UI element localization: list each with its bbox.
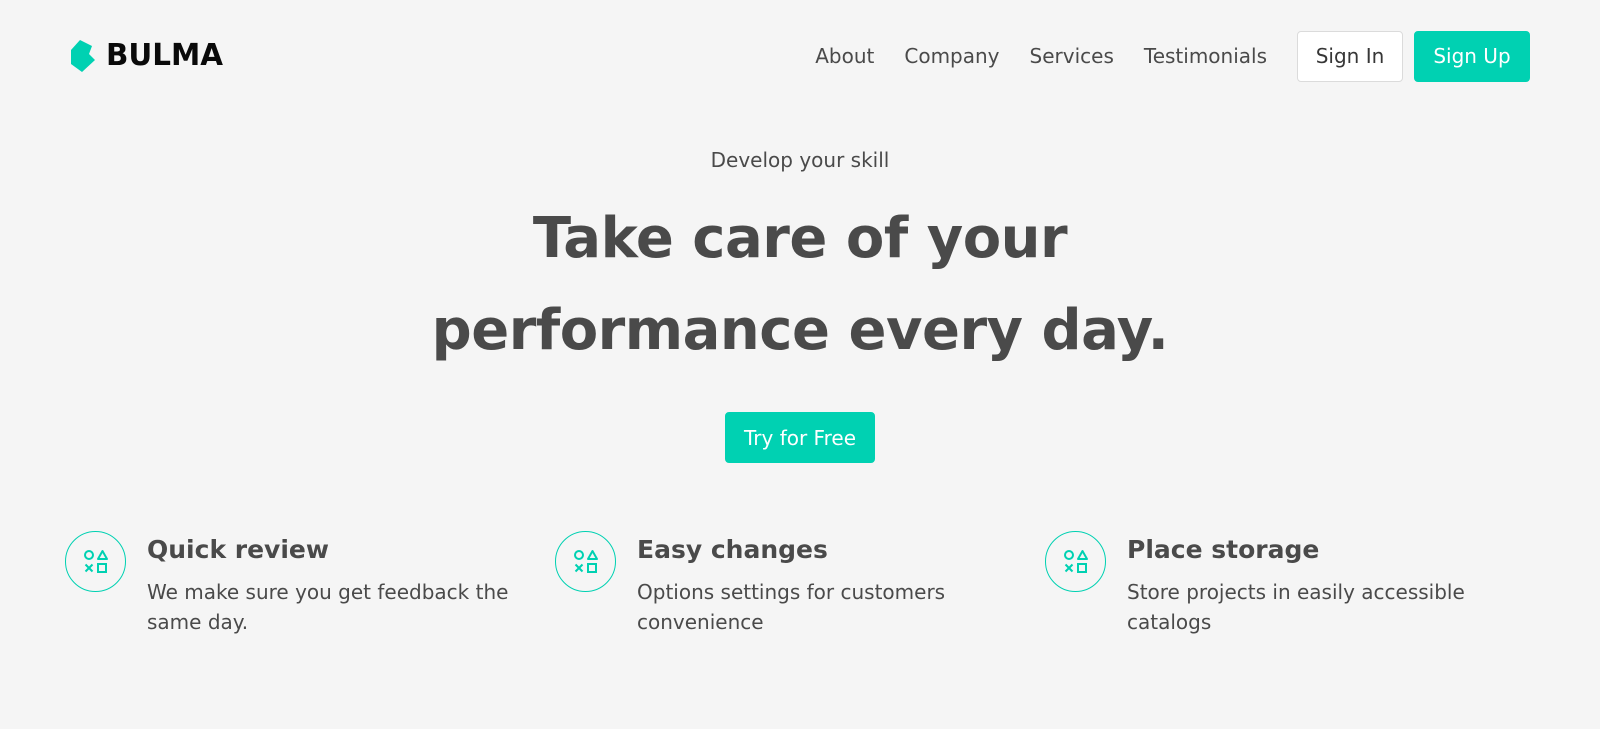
- feature-title: Easy changes: [637, 535, 828, 564]
- shapes-icon: [1045, 531, 1106, 592]
- brand-logo[interactable]: BULMA: [70, 38, 225, 74]
- feature-description: We make sure you get feedback the same d…: [147, 580, 509, 634]
- landing-page: BULMA About Company Services Testimonial…: [0, 0, 1600, 729]
- hero-title: Take care of your performance every day.: [0, 193, 1600, 377]
- navbar: BULMA About Company Services Testimonial…: [70, 30, 1530, 82]
- feature-body: Easy changes Options settings for custom…: [637, 531, 1027, 637]
- feature-place-storage: Place storage Store projects in easily a…: [1045, 531, 1535, 637]
- nav-menu: About Company Services Testimonials Sign…: [815, 30, 1530, 82]
- nav-link-company[interactable]: Company: [904, 44, 999, 68]
- brand-name: BULMA: [106, 38, 224, 73]
- feature-body: Place storage Store projects in easily a…: [1127, 531, 1517, 637]
- try-for-free-button[interactable]: Try for Free: [725, 412, 875, 463]
- hero-section: Develop your skill Take care of your per…: [0, 140, 1600, 463]
- nav-link-services[interactable]: Services: [1030, 44, 1114, 68]
- features-section: Quick review We make sure you get feedba…: [65, 531, 1535, 637]
- nav-link-about[interactable]: About: [815, 44, 874, 68]
- hero-subtitle: Develop your skill: [710, 148, 890, 172]
- feature-title: Place storage: [1127, 535, 1320, 564]
- feature-title: Quick review: [147, 535, 329, 564]
- hero-title-line-1: Take care of your: [532, 206, 1068, 271]
- hero-title-line-2: performance every day.: [431, 298, 1169, 363]
- shapes-icon: [65, 531, 126, 592]
- feature-description: Store projects in easily accessible cata…: [1127, 580, 1465, 634]
- bulma-logo-icon: [71, 40, 95, 72]
- sign-up-button[interactable]: Sign Up: [1414, 30, 1530, 82]
- sign-in-button[interactable]: Sign In: [1297, 30, 1403, 82]
- feature-description: Options settings for customers convenien…: [637, 580, 946, 634]
- feature-easy-changes: Easy changes Options settings for custom…: [555, 531, 1045, 637]
- nav-link-testimonials[interactable]: Testimonials: [1144, 44, 1267, 68]
- shapes-icon: [555, 531, 616, 592]
- feature-quick-review: Quick review We make sure you get feedba…: [65, 531, 555, 637]
- feature-body: Quick review We make sure you get feedba…: [147, 531, 537, 637]
